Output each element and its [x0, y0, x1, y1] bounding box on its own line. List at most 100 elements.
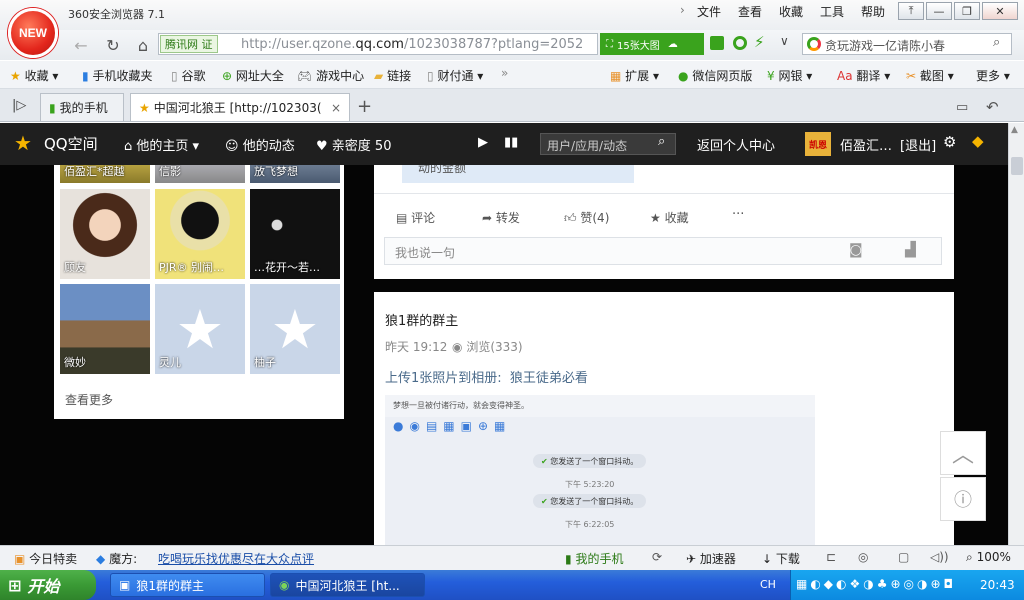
back-to-top-button[interactable]: ︿ — [940, 431, 986, 475]
bookmark-google[interactable]: ▯ 谷歌 — [171, 67, 205, 84]
address-url[interactable]: http://user.qzone.qq.com/1023038787?ptla… — [241, 37, 591, 52]
friend-tile[interactable]: 放飞梦想 — [250, 165, 340, 183]
more-bookmarks-icon[interactable]: » — [501, 66, 508, 80]
my-phone-status[interactable]: ▮ 我的手机 — [565, 550, 623, 567]
nav-intimacy[interactable]: ♥ 亲密度 50 — [316, 135, 391, 154]
back-button[interactable]: ← — [68, 33, 94, 57]
user-name[interactable]: 佰盈汇… — [840, 135, 892, 154]
maximize-button[interactable]: ❐ — [954, 2, 980, 20]
window-icon[interactable]: ▢ — [898, 550, 909, 564]
minimize-button[interactable]: — — [926, 2, 952, 20]
play-icon[interactable]: ▶ — [478, 135, 488, 150]
sidebar-toggle-icon[interactable]: |▷ — [12, 98, 26, 113]
menu-file[interactable]: 文件 — [697, 3, 721, 20]
like-button[interactable]: 👍︎ 赞(4) — [564, 209, 609, 226]
feedback-button[interactable]: ⓘ — [940, 477, 986, 521]
search-input[interactable]: 贪玩游戏一亿请陈小春 ⌕ — [802, 33, 1012, 55]
album-link[interactable]: 狼王徒弟必看 — [510, 371, 588, 386]
start-button[interactable]: ⊞ 开始 — [0, 570, 96, 600]
nav-his-feed[interactable]: ☺ 他的动态 — [225, 135, 295, 154]
qzone-brand[interactable]: QQ空间 — [44, 133, 98, 154]
friend-tile[interactable]: …花开～若… — [250, 189, 340, 279]
friend-tile[interactable]: 顾友 — [60, 189, 150, 279]
extensions-button[interactable]: ▦ 扩展 ▾ — [610, 67, 659, 84]
tab-wolf-king[interactable]: ★ 中国河北狼王 [http://102303(× — [130, 93, 350, 121]
bookmark-links[interactable]: ▰ 链接 — [374, 67, 411, 84]
dropdown-chevron-icon[interactable]: ∨ — [780, 34, 789, 48]
menu-help[interactable]: 帮助 — [861, 3, 885, 20]
logout-link[interactable]: [退出] — [900, 135, 936, 154]
comment-button[interactable]: ▤ 评论 — [396, 209, 435, 226]
wechat-web-button[interactable]: ● 微信网页版 — [678, 67, 752, 84]
address-bar[interactable]: 腾讯网 证 http://user.qzone.qq.com/102303878… — [158, 33, 598, 55]
more-actions-button[interactable]: ··· — [732, 207, 744, 222]
comment-input[interactable]: 我也说一句 ◙ ▟ — [384, 237, 942, 265]
more-button[interactable]: 更多 ▾ — [976, 67, 1010, 84]
bookmark-url-hub[interactable]: ⊕ 网址大全 — [222, 67, 284, 84]
bolt-icon[interactable]: ⚡ — [754, 33, 765, 51]
back-arrow-icon[interactable]: › — [680, 3, 685, 17]
signal-icon[interactable]: ▮▮ — [504, 135, 518, 150]
vertical-scrollbar[interactable]: ▲ — [1008, 123, 1024, 545]
friend-tile[interactable]: ★ 柚子 — [250, 284, 340, 374]
friend-tile[interactable]: 信影 — [155, 165, 245, 183]
gift-icon[interactable]: ▟ — [905, 242, 916, 258]
friend-tile[interactable]: PJR® 别闹… — [155, 189, 245, 279]
camera-icon[interactable]: ◙ — [849, 242, 863, 258]
bookmark-favorites[interactable]: ★ 收藏 ▾ — [10, 67, 58, 84]
tray-icons[interactable]: ▦◐◆◐❖◑♣⊕◎◑⊕◘ — [796, 577, 956, 591]
headset-icon[interactable]: ◎ — [858, 550, 868, 564]
see-more-link[interactable]: 查看更多 — [65, 391, 113, 408]
user-avatar[interactable]: 凯恩 — [805, 132, 831, 156]
search-icon[interactable]: ⌕ — [658, 134, 665, 149]
bookmark-tenpay[interactable]: ▯ 财付通 ▾ — [427, 67, 483, 84]
bookmark-mobile[interactable]: ▮ 手机收藏夹 — [82, 67, 152, 84]
close-button[interactable]: ✕ — [982, 2, 1018, 20]
gear-icon[interactable]: ⚙ — [943, 133, 956, 151]
zoom-level[interactable]: ⌕ 100% — [966, 550, 1011, 565]
pin-icon[interactable]: ⤒ — [898, 2, 924, 20]
netbank-button[interactable]: ¥ 网银 ▾ — [767, 67, 812, 84]
menu-tools[interactable]: 工具 — [820, 3, 844, 20]
bookmark-game-center[interactable]: 🎮︎ 游戏中心 — [297, 67, 364, 84]
refresh-button[interactable]: ↻ — [100, 33, 126, 57]
daily-deals[interactable]: ▣ 今日特卖 — [14, 550, 77, 567]
accelerator-button[interactable]: ✈ 加速器 — [686, 550, 736, 567]
refresh-icon[interactable]: ⟳ — [652, 550, 662, 564]
post-author[interactable]: 狼1群的群主 — [385, 310, 458, 329]
forward-button[interactable]: ➦ 转发 — [482, 209, 520, 226]
tab-list-icon[interactable]: ▭ — [956, 100, 968, 115]
home-button[interactable]: ⌂ — [130, 33, 156, 57]
search-icon[interactable]: ⌕ — [993, 35, 1000, 50]
qzone-search-input[interactable]: 用户/应用/动态 — [540, 133, 676, 155]
nav-his-home[interactable]: ⌂ 他的主页 ▾ — [124, 135, 199, 154]
tab-my-phone[interactable]: ▮ 我的手机 — [40, 93, 124, 121]
scroll-up-icon[interactable]: ▲ — [1011, 125, 1023, 137]
volume-icon[interactable]: ◁)) — [930, 550, 949, 564]
language-indicator[interactable]: CH — [760, 578, 776, 591]
browser-logo[interactable]: NEW — [8, 8, 58, 58]
new-tab-button[interactable]: + — [357, 96, 372, 117]
diamond-icon[interactable]: ◆ — [972, 132, 984, 150]
scroll-thumb[interactable] — [1011, 157, 1023, 175]
back-to-center-link[interactable]: 返回个人中心 — [697, 135, 775, 154]
download-button[interactable]: ↓ 下载 — [762, 550, 800, 567]
chat-icon[interactable] — [710, 36, 724, 50]
menu-favorites[interactable]: 收藏 — [779, 3, 803, 20]
ad-link[interactable]: 吃喝玩乐找优惠尽在大众点评 — [158, 550, 314, 567]
big-image-tool[interactable]: ⛶ 15张大图 ☁ — [600, 33, 704, 55]
screenshot-button[interactable]: ✂ 截图 ▾ — [906, 67, 954, 84]
translate-button[interactable]: Aa 翻译 ▾ — [837, 67, 890, 84]
task-window-active[interactable]: ◉ 中国河北狼王 [ht... — [270, 573, 425, 597]
friend-tile[interactable]: ★ 灵儿 — [155, 284, 245, 374]
friend-tile[interactable]: 微妙 — [60, 284, 150, 374]
task-window[interactable]: ▣ 狼1群的群主 — [110, 573, 265, 597]
site-cert-badge[interactable]: 腾讯网 证 — [160, 35, 218, 53]
friend-tile[interactable]: 佰盈汇*超越 — [60, 165, 150, 183]
mode-icon[interactable]: ⊏ — [826, 550, 836, 564]
menu-view[interactable]: 查看 — [738, 3, 762, 20]
undo-close-icon[interactable]: ↶ — [986, 98, 999, 116]
recycle-icon[interactable] — [733, 36, 747, 50]
post-photo[interactable]: 梦想一旦被付诸行动，就会变得神圣。 ●◉▤▦▣⊕▦ ✔ 您发送了一个窗口抖动。 … — [385, 395, 815, 545]
collect-button[interactable]: ★ 收藏 — [650, 209, 689, 226]
